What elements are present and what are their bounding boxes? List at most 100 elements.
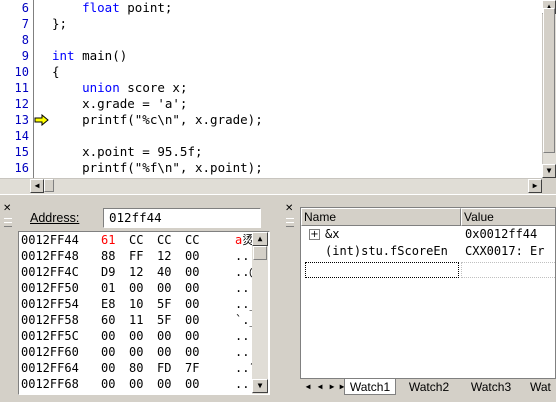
memory-byte: 00 <box>101 377 116 391</box>
memory-row[interactable]: 0012FF58 60 11 5F 00 `._. <box>21 313 264 328</box>
code-token: x.grade = 'a'; <box>52 96 188 111</box>
code-line[interactable]: int main() <box>52 48 127 64</box>
code-line[interactable]: }; <box>52 16 67 32</box>
code-line[interactable]: x.point = 95.5f; <box>52 144 203 160</box>
code-token: score x; <box>127 80 188 95</box>
address-input[interactable]: 012ff44 <box>103 208 261 228</box>
tab-watch1-label: Watch1 <box>349 380 391 394</box>
scroll-down-button[interactable]: ▼ <box>542 164 556 178</box>
memory-byte: 10 <box>129 297 144 311</box>
tab-prev-icon[interactable]: ◀ <box>314 380 326 393</box>
memory-row[interactable]: 0012FF60 00 00 00 00.... <box>21 345 264 360</box>
editor-vertical-scroll-thumb[interactable] <box>543 8 555 153</box>
memory-byte: 00 <box>157 377 172 391</box>
scroll-left-button[interactable]: ◀ <box>30 179 44 193</box>
tab-watch2-label: Watch2 <box>408 380 450 394</box>
line-number: 16 <box>14 161 29 175</box>
line-number: 11 <box>14 81 29 95</box>
line-number: 8 <box>21 33 29 47</box>
memory-row[interactable]: 0012FF4C D9 12 40 00 ..@. <box>21 265 264 280</box>
memory-byte: 12 <box>129 265 144 279</box>
code-token: }; <box>52 16 68 31</box>
memory-byte: 00 <box>101 361 116 375</box>
memory-row[interactable]: 0012FF54 E8 10 5F 00 .._. <box>21 297 264 312</box>
memory-byte: 00 <box>129 281 144 295</box>
code-line[interactable]: float point; <box>52 0 172 16</box>
memory-byte: 00 <box>185 377 200 391</box>
close-icon[interactable]: ✕ <box>3 204 11 214</box>
memory-byte: 00 <box>129 345 144 359</box>
keyword-token: int <box>52 48 83 63</box>
address-label-text: Address: <box>30 211 80 225</box>
code-line[interactable]: union score x; <box>52 80 187 96</box>
memory-byte: CC <box>129 233 144 247</box>
column-header-name[interactable]: Name <box>301 208 461 226</box>
tab-watch2[interactable]: Watch2 <box>404 379 454 395</box>
column-header-value[interactable]: Value <box>461 208 555 226</box>
line-number: 7 <box>21 17 29 31</box>
watch-name-cell[interactable]: (int)stu.fScoreEn <box>325 243 459 259</box>
memory-address: 0012FF5C <box>21 329 79 343</box>
memory-byte: FD <box>157 361 172 375</box>
watch-tab-bar: ◀ ◀ ▶ ▶ Watch1 Watch2 Watch3 Wat <box>300 379 556 399</box>
code-line[interactable]: printf("%f\n", x.point); <box>52 160 263 176</box>
tab-watch3[interactable]: Watch3 <box>466 379 516 395</box>
tab-watch4-label: Wat <box>530 380 551 394</box>
editor-horizontal-scrollbar[interactable] <box>0 178 542 194</box>
tab-watch4[interactable]: Wat <box>530 379 556 395</box>
memory-scroll-down-button[interactable]: ▼ <box>252 379 268 393</box>
tab-first-icon[interactable]: ◀ <box>302 380 314 393</box>
memory-address: 0012FF48 <box>21 249 79 263</box>
memory-address: 0012FF54 <box>21 297 79 311</box>
memory-byte: 00 <box>101 345 116 359</box>
memory-byte: 00 <box>185 313 200 327</box>
editor-horizontal-scroll-thumb[interactable] <box>44 179 54 192</box>
memory-byte: 00 <box>185 249 200 263</box>
line-number: 9 <box>21 49 29 63</box>
memory-byte: 00 <box>185 329 200 343</box>
line-number: 6 <box>21 1 29 15</box>
tab-next-icon[interactable]: ▶ <box>326 380 338 393</box>
memory-scroll-up-button[interactable]: ▲ <box>252 232 268 246</box>
new-watch-entry[interactable] <box>305 262 459 278</box>
memory-byte: 00 <box>185 281 200 295</box>
watch-value-cell[interactable]: 0x0012ff44 <box>465 226 555 242</box>
memory-row[interactable]: 0012FF50 01 00 00 00.... <box>21 281 264 296</box>
expand-icon[interactable]: + <box>309 229 320 240</box>
memory-byte: 12 <box>157 249 172 263</box>
code-token: x.point = 95.5f; <box>52 144 203 159</box>
memory-row[interactable]: 0012FF48 88 FF 12 00.... <box>21 249 264 264</box>
pane-splitter[interactable] <box>0 194 556 202</box>
watch-value-cell[interactable]: CXX0017: Er <box>465 243 555 259</box>
keyword-token: union <box>52 80 128 95</box>
memory-byte: D9 <box>101 265 116 279</box>
watch-table[interactable]: Name Value + &x 0x0012ff44 (int)stu.fSco… <box>300 207 556 379</box>
line-number: 13 <box>14 113 29 127</box>
current-statement-arrow-icon <box>34 114 49 126</box>
memory-byte: 00 <box>129 377 144 391</box>
memory-row[interactable]: 0012FF64 00 80 FD 7F..? <box>21 361 257 376</box>
memory-address: 0012FF44 <box>21 233 79 247</box>
memory-scroll-thumb[interactable] <box>253 246 267 260</box>
line-number-gutter: 67891011121314151617 <box>0 0 34 191</box>
watch-name-cell[interactable]: &x <box>325 226 459 242</box>
code-line[interactable]: x.grade = 'a'; <box>52 96 187 112</box>
code-line[interactable]: printf("%c\n", x.grade); <box>52 112 263 128</box>
memory-byte: 00 <box>185 297 200 311</box>
code-line[interactable]: { <box>52 64 60 80</box>
memory-window-grip[interactable]: ✕ <box>2 204 14 398</box>
memory-byte: 60 <box>101 313 116 327</box>
memory-byte: 00 <box>157 345 172 359</box>
memory-byte: CC <box>157 233 172 247</box>
line-number: 14 <box>14 129 29 143</box>
close-icon[interactable]: ✕ <box>285 204 293 214</box>
memory-dump-list[interactable]: 0012FF4461CCCCCCa烫.0012FF4888FF1200....0… <box>18 231 270 395</box>
scroll-right-button[interactable]: ▶ <box>528 179 542 193</box>
watch-window-grip[interactable]: ✕ <box>284 204 296 398</box>
memory-byte: 80 <box>129 361 144 375</box>
memory-row[interactable]: 0012FF4461CCCCCCa烫. <box>21 233 261 248</box>
code-token: { <box>52 64 60 79</box>
memory-row[interactable]: 0012FF68 00 00 00 00.... <box>21 377 264 392</box>
memory-row[interactable]: 0012FF5C 00 00 00 00.... <box>21 329 264 344</box>
tab-watch1[interactable]: Watch1 <box>344 379 396 395</box>
